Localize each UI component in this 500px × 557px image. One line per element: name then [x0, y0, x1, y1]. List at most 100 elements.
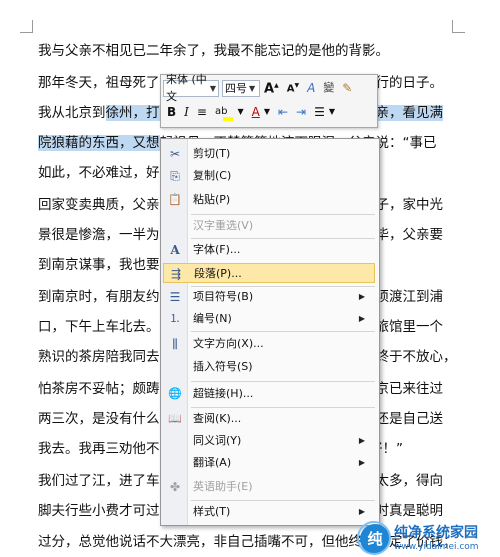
increase-indent-icon: ⇥ [296, 105, 307, 119]
shrink-font-button[interactable]: A▼ [285, 77, 301, 98]
submenu-arrow-icon: ▶ [358, 507, 365, 516]
copy-icon: ⎘ [170, 169, 180, 183]
bullets-icon: ☰ [169, 290, 181, 304]
format-painter-icon: ✎ [342, 81, 353, 95]
submenu-arrow-icon: ▶ [358, 458, 365, 467]
english-assistant-icon: ✤ [169, 480, 181, 494]
font-name-value: 宋体 (中文 [166, 73, 207, 103]
menu-item-text-direction[interactable]: ⫼ 文字方向(X)... [163, 334, 375, 354]
bullets-icon: ☰ [314, 105, 325, 119]
styles-button[interactable]: A [305, 79, 317, 97]
mini-formatting-toolbar: 宋体 (中文 ▼ 四号 ▼ A▲ A▼ A 變 ✎ B I ≡ ab ▼ A ▼ ⇤… [160, 73, 378, 128]
chevron-down-icon[interactable]: ▼ [327, 103, 337, 121]
menu-separator [191, 381, 375, 382]
menu-separator [191, 407, 375, 408]
phonetic-guide-icon: 變 [323, 81, 335, 94]
selected-text[interactable]: 院狼藉的东西，又想 [38, 135, 160, 151]
italic-button[interactable]: I [182, 103, 191, 121]
text-direction-icon: ⫼ [172, 337, 178, 351]
menu-item-label: 查阅(K)... [193, 412, 242, 425]
decrease-indent-icon: ⇤ [277, 105, 289, 119]
font-size-combo[interactable]: 四号 ▼ [222, 79, 260, 97]
menu-separator [191, 238, 375, 239]
hyperlink-icon: 🌐 [168, 387, 182, 400]
highlight-icon: ab [214, 106, 228, 117]
numbering-icon: ⒈ [169, 312, 181, 325]
menu-item-insert-symbol[interactable]: 插入符号(S) [163, 357, 375, 377]
font-icon: A [170, 243, 180, 257]
menu-item-label: 段落(P)... [194, 267, 242, 280]
decrease-indent-button[interactable]: ⇤ [276, 103, 290, 121]
styles-icon: A [307, 81, 316, 95]
line-text: 我从北京到 [38, 105, 106, 121]
menu-item-label: 项目符号(B) [193, 290, 254, 303]
paragraph-icon: ⇶ [170, 267, 182, 281]
highlight-color-swatch [223, 117, 234, 121]
line-text: 我与父亲不相见已二年余了，我最不能忘记的是他的背影。 [38, 43, 389, 59]
menu-item-label: 文字方向(X)... [193, 337, 264, 350]
watermark-text: 纯净系统家园 www.yidaimei.com [394, 525, 479, 553]
italic-icon: I [184, 105, 189, 119]
menu-item-copy[interactable]: ⎘ 复制(C) [163, 166, 375, 186]
menu-item-label: 编号(N) [193, 312, 232, 325]
phonetic-guide-button[interactable]: 變 [321, 79, 336, 97]
chevron-down-icon[interactable]: ▼ [210, 80, 216, 97]
font-size-value: 四号 [225, 81, 247, 95]
menu-item-label: 汉字重选(V) [193, 219, 254, 232]
submenu-arrow-icon: ▶ [358, 292, 365, 301]
menu-item-label: 同义词(Y) [193, 434, 242, 447]
page-corner-mark-top-right [452, 20, 465, 33]
grow-font-button[interactable]: A▲ [262, 77, 281, 98]
menu-item-paste[interactable]: 📋 粘贴(P) [163, 190, 375, 210]
bullets-button[interactable]: ☰ [312, 103, 327, 121]
font-color-button[interactable]: A [250, 103, 262, 121]
watermark-url: www.yidaimei.com [394, 541, 479, 552]
menu-item-lookup[interactable]: 📖 查阅(K)... [163, 409, 375, 429]
menu-item-hyperlink[interactable]: 🌐 超链接(H)... [163, 384, 375, 404]
grow-font-icon: A [264, 81, 275, 97]
grow-font-sup: ▲ [274, 82, 279, 90]
shrink-font-sup: ▼ [294, 82, 300, 90]
menu-item-label: 样式(T) [193, 505, 231, 518]
text-line[interactable]: 我与父亲不相见已二年余了，我最不能忘记的是他的背影。 [38, 40, 389, 62]
menu-item-paragraph[interactable]: ⇶ 段落(P)... [163, 263, 375, 283]
logo-ring [357, 520, 391, 555]
site-logo-icon: 纯 [357, 520, 391, 555]
font-name-combo[interactable]: 宋体 (中文 ▼ [163, 73, 219, 103]
menu-item-label: 复制(C) [193, 169, 232, 182]
bold-button[interactable]: B [165, 103, 178, 121]
menu-item-english-assistant: ✤ 英语助手(E) [163, 477, 375, 497]
bold-icon: B [167, 105, 177, 119]
paste-icon: 📋 [168, 193, 182, 206]
chevron-down-icon[interactable]: ▼ [249, 80, 255, 97]
menu-item-label: 粘贴(P) [193, 193, 231, 206]
page-corner-mark-top-left [20, 20, 33, 33]
submenu-arrow-icon: ▶ [358, 314, 365, 323]
highlight-button[interactable]: ab [213, 103, 235, 121]
center-button[interactable]: ≡ [195, 103, 209, 121]
menu-item-font[interactable]: A 字体(F)... [163, 240, 375, 260]
watermark-title: 纯净系统家园 [394, 524, 478, 541]
menu-item-label: 英语助手(E) [193, 480, 253, 493]
menu-item-label: 翻译(A) [193, 456, 232, 469]
format-painter-button[interactable]: ✎ [340, 79, 354, 97]
font-color-icon: A [251, 105, 260, 119]
menu-item-synonyms[interactable]: 同义词(Y) ▶ [163, 431, 375, 451]
menu-item-label: 超链接(H)... [193, 387, 254, 400]
menu-item-translate[interactable]: 翻译(A) ▶ [163, 453, 375, 473]
menu-item-cut[interactable]: ✂ 剪切(T) [163, 144, 375, 164]
menu-item-label: 插入符号(S) [193, 360, 253, 373]
increase-indent-button[interactable]: ⇥ [294, 103, 308, 121]
align-center-icon: ≡ [196, 105, 207, 119]
context-menu: ✂ 剪切(T) ⎘ 复制(C) 📋 粘贴(P) 汉字重选(V) A 字体(F)... ⇶… [160, 138, 380, 526]
submenu-arrow-icon: ▶ [358, 436, 365, 445]
menu-separator [191, 500, 375, 501]
menu-item-styles[interactable]: 样式(T) ▶ [163, 502, 375, 522]
menu-item-numbering[interactable]: ⒈ 编号(N) ▶ [163, 309, 375, 329]
menu-item-bullets[interactable]: ☰ 项目符号(B) ▶ [163, 287, 375, 307]
scissors-icon: ✂ [169, 147, 181, 161]
menu-separator [191, 214, 375, 215]
site-watermark: 纯 纯净系统家园 www.yidaimei.com [357, 520, 500, 557]
chevron-down-icon[interactable]: ▼ [235, 103, 245, 121]
chevron-down-icon[interactable]: ▼ [262, 103, 272, 121]
